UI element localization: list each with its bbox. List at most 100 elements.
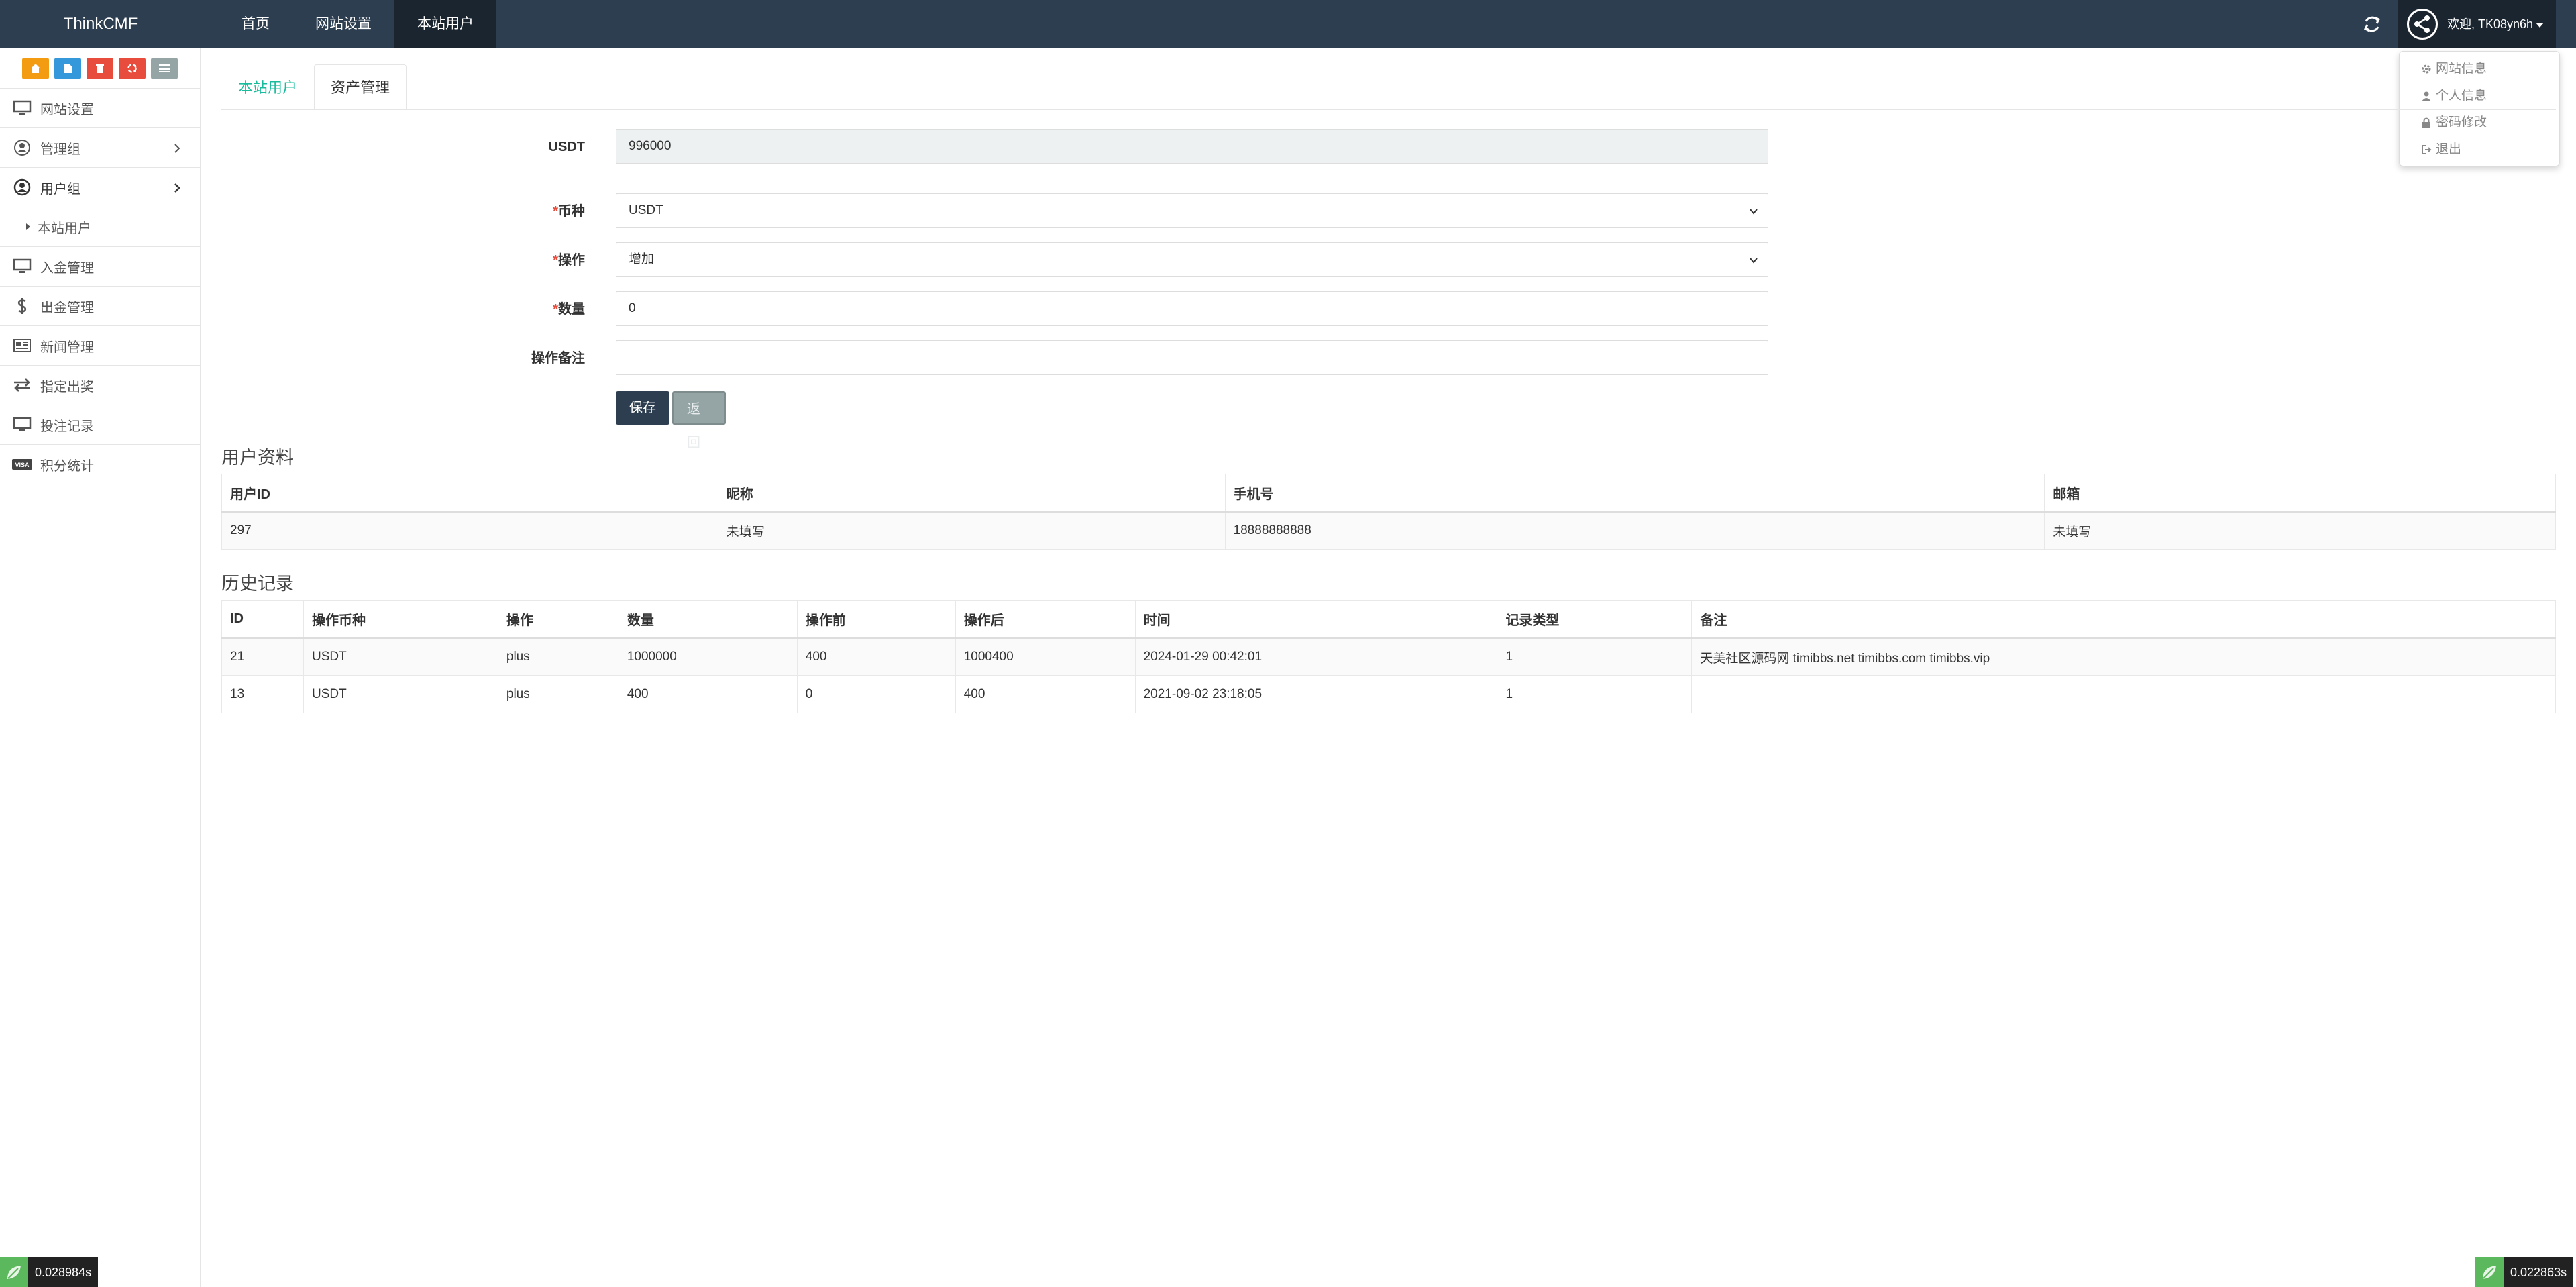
sidebar-item-points[interactable]: VISA 积分统计 [0, 445, 200, 484]
page-tabs: 本站用户 资产管理 [221, 64, 407, 110]
dropdown-site-info[interactable]: 网站信息 [2400, 56, 2559, 83]
desktop-icon [12, 99, 32, 117]
dropdown-logout[interactable]: 退出 [2400, 136, 2559, 163]
sidebar-item-deposit[interactable]: 入金管理 [0, 247, 200, 287]
dropdown-logout-label: 退出 [2436, 142, 2462, 156]
sidebar-item-user-group[interactable]: 用户组 [0, 168, 200, 207]
profile-cell-nickname: 未填写 [717, 511, 1226, 550]
balance-field: 996000 [616, 129, 1768, 164]
debug-timer-left[interactable]: 0.028984s [0, 1257, 99, 1287]
save-button[interactable]: 保存 [616, 391, 669, 425]
required-mark: * [553, 204, 558, 219]
leaf-icon [2475, 1257, 2504, 1287]
remark-input[interactable] [616, 340, 1768, 375]
refresh-icon[interactable] [2360, 12, 2384, 36]
tab-site-users[interactable]: 本站用户 [221, 64, 314, 110]
history-header-currency: 操作币种 [303, 600, 498, 639]
sidebar-subitem-site-users[interactable]: 本站用户 [0, 207, 200, 247]
history-cell-operation: plus [497, 637, 619, 676]
history-header-after: 操作后 [955, 600, 1136, 639]
sidebar-item-admin-group[interactable]: 管理组 [0, 128, 200, 168]
caret-down-icon [2536, 22, 2544, 28]
user-dropdown: 网站信息 个人信息 密码修改 退出 [2399, 51, 2560, 166]
history-header-operation: 操作 [497, 600, 619, 639]
lock-icon [2422, 117, 2430, 128]
back-button[interactable]: 返回 [672, 391, 726, 450]
operation-select[interactable]: 增加 [616, 242, 1768, 277]
dropdown-password-label: 密码修改 [2436, 115, 2487, 130]
chevron-down-icon [1750, 209, 1758, 215]
debug-timer-right[interactable]: 0.022863s [2475, 1257, 2574, 1287]
history-cell-before: 400 [796, 637, 956, 676]
user-circle-icon [12, 139, 32, 156]
sidebar-item-label: 本站用户 [38, 221, 91, 236]
history-cell-remark [1691, 675, 2556, 713]
history-cell-currency: USDT [303, 675, 498, 713]
shortcut-home-button[interactable] [22, 57, 49, 79]
history-cell-record-type: 1 [1497, 637, 1693, 676]
history-header-id: ID [221, 600, 304, 639]
list-icon [159, 64, 170, 72]
form-row-operation: *操作 增加 [221, 242, 1768, 278]
history-table: ID 操作币种 操作 数量 操作前 操作后 时间 记录类型 备注 21 USDT… [221, 600, 2556, 713]
currency-select[interactable]: USDT [616, 193, 1768, 228]
sidebar-item-bets[interactable]: 投注记录 [0, 405, 200, 445]
table-row: 297 未填写 18888888888 未填写 [221, 511, 2556, 550]
shortcut-file-button[interactable] [54, 57, 81, 79]
user-menu-toggle[interactable]: 欢迎, TK08yn6h [2398, 0, 2556, 48]
topnav-site-users[interactable]: 本站用户 [394, 0, 496, 48]
desktop-icon [12, 258, 32, 275]
sidebar-item-label: 用户组 [40, 181, 80, 197]
sidebar-item-withdraw[interactable]: 出金管理 [0, 287, 200, 326]
exchange-icon [12, 376, 32, 394]
chevron-right-icon [174, 144, 180, 153]
amount-input[interactable]: 0 [616, 291, 1768, 326]
remark-label: 操作备注 [531, 351, 585, 366]
profile-cell-email: 未填写 [2044, 511, 2556, 550]
form-row-currency: *币种 USDT [221, 193, 1768, 229]
dropdown-profile[interactable]: 个人信息 [2400, 83, 2559, 109]
dropdown-profile-label: 个人信息 [2436, 89, 2487, 103]
table-row: 21 USDT plus 1000000 400 1000400 2024-01… [221, 637, 2556, 676]
amount-label: *数量 [221, 291, 585, 327]
welcome-text: 欢迎, TK08yn6h [2447, 0, 2544, 48]
shortcut-trash-button[interactable] [87, 57, 113, 79]
operation-label-text: 操作 [558, 253, 585, 268]
user-icon [2422, 91, 2431, 101]
tab-asset-management[interactable]: 资产管理 [314, 64, 407, 110]
topnav-site-settings[interactable]: 网站设置 [292, 0, 394, 48]
dollar-icon [12, 297, 32, 315]
sidebar-item-site-settings[interactable]: 网站设置 [0, 89, 200, 128]
topnav-home[interactable]: 首页 [219, 0, 292, 48]
dropdown-site-info-label: 网站信息 [2436, 62, 2487, 76]
profile-header-nickname: 昵称 [717, 474, 1226, 513]
shortcut-recycle-button[interactable] [119, 57, 146, 79]
sidebar-item-label: 网站设置 [40, 102, 94, 117]
shortcut-list-button[interactable] [151, 57, 178, 79]
history-cell-time: 2021-09-02 23:18:05 [1134, 675, 1498, 713]
newspaper-icon [12, 337, 32, 354]
sidebar-item-label: 投注记录 [40, 419, 94, 434]
user-circle-icon [12, 178, 32, 196]
debug-timer-left-value: 0.028984s [28, 1257, 99, 1287]
form-row-remark: 操作备注 [221, 340, 1768, 376]
sign-out-icon [2422, 145, 2432, 154]
brand-logo[interactable]: ThinkCMF [0, 0, 201, 48]
required-mark: * [553, 253, 558, 268]
profile-cell-phone: 18888888888 [1224, 511, 2045, 550]
top-nav: 首页 网站设置 本站用户 [219, 0, 496, 48]
avatar [2407, 9, 2438, 40]
dropdown-password[interactable]: 密码修改 [2400, 109, 2559, 136]
form-row-balance: USDT 996000 [221, 129, 1768, 165]
svg-text:VISA: VISA [15, 462, 30, 468]
sidebar-item-label: 出金管理 [40, 300, 94, 315]
recycle-icon [127, 63, 137, 73]
history-header-time: 时间 [1134, 600, 1498, 639]
sidebar-item-news[interactable]: 新闻管理 [0, 326, 200, 366]
history-cell-time: 2024-01-29 00:42:01 [1134, 637, 1498, 676]
trash-icon [96, 64, 104, 73]
top-navbar: ThinkCMF 首页 网站设置 本站用户 欢迎, TK08yn6h [0, 0, 2576, 48]
caret-right-icon [25, 219, 31, 235]
sidebar-item-prize[interactable]: 指定出奖 [0, 366, 200, 405]
sidebar-item-label: 指定出奖 [40, 379, 94, 395]
